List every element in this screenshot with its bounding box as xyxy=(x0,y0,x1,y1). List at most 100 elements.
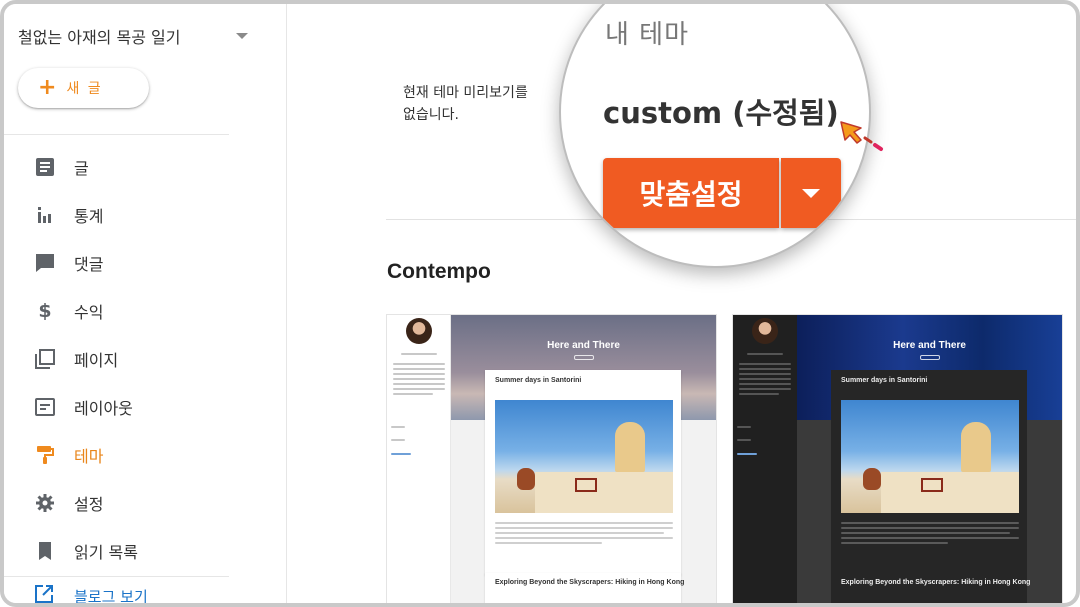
theme-preview-text-lines xyxy=(841,522,1019,547)
customize-button[interactable]: 맞춤설정 xyxy=(603,158,779,228)
placeholder-line xyxy=(393,383,445,385)
preview-message-line2: 없습니다. xyxy=(403,107,459,123)
layout-icon xyxy=(34,396,56,418)
photo-rail xyxy=(575,478,597,492)
theme-preview-sidebar xyxy=(387,315,451,603)
my-theme-label: 내 테마 xyxy=(605,20,690,50)
placeholder-line xyxy=(391,439,405,441)
avatar xyxy=(406,318,432,344)
sidebar-item-theme[interactable]: 테마 xyxy=(4,431,287,479)
plus-icon: + xyxy=(38,75,57,100)
theme-preview-text-lines xyxy=(495,522,673,547)
sidebar-divider xyxy=(4,576,229,577)
placeholder-line xyxy=(391,453,411,455)
photo-rail xyxy=(921,478,943,492)
placeholder-line xyxy=(393,373,445,375)
magnifier-callout: 내 테마 custom (수정됨) 맞춤설정 xyxy=(559,4,871,268)
sidebar-item-reading-list[interactable]: 읽기 목록 xyxy=(4,527,287,575)
theme-preview-post-title: Exploring Beyond the Skyscrapers: Hiking… xyxy=(841,579,1031,586)
theme-preview-title: Here and There xyxy=(893,340,966,351)
sidebar-item-pages[interactable]: 페이지 xyxy=(4,335,287,383)
theme-preview-post: Summer days in Santorini xyxy=(485,370,681,575)
view-blog-label: 블로그 보기 xyxy=(74,587,148,606)
photo-pot xyxy=(517,468,535,490)
placeholder-line xyxy=(737,426,751,428)
paint-roller-icon xyxy=(34,444,56,466)
sidebar-item-settings[interactable]: 설정 xyxy=(4,479,287,527)
sidebar-divider xyxy=(4,134,229,135)
placeholder-line xyxy=(739,363,791,365)
photo-tower xyxy=(615,422,645,472)
placeholder-line xyxy=(401,353,437,355)
caret-down-icon xyxy=(802,188,820,198)
customize-dropdown-button[interactable] xyxy=(781,158,841,228)
theme-preview-photo xyxy=(495,400,673,513)
placeholder-line xyxy=(739,388,791,390)
sidebar-item-label: 통계 xyxy=(74,207,104,226)
blog-title: 철없는 아재의 목공 일기 xyxy=(18,28,181,47)
photo-wall xyxy=(535,472,673,513)
theme-preview-pill xyxy=(920,355,940,360)
theme-preview-post-title: Summer days in Santorini xyxy=(841,377,928,384)
placeholder-line xyxy=(747,353,783,355)
view-blog-link[interactable]: 블로그 보기 xyxy=(34,584,148,606)
sidebar-item-label: 글 xyxy=(74,159,89,178)
placeholder-line xyxy=(739,368,791,370)
gear-icon xyxy=(34,492,56,514)
photo-pot xyxy=(863,468,881,490)
theme-preview-pill xyxy=(574,355,594,360)
placeholder-line xyxy=(739,378,791,380)
external-link-icon xyxy=(34,584,54,603)
theme-preview-title: Here and There xyxy=(547,340,620,351)
sidebar-item-stats[interactable]: 통계 xyxy=(4,191,287,239)
theme-card-contempo-light[interactable]: Here and There Summer days in Santorini … xyxy=(386,314,717,603)
new-post-button[interactable]: + 새 글 xyxy=(18,68,149,108)
sidebar-item-label: 댓글 xyxy=(74,255,104,274)
sidebar-nav: 글 통계 댓글 $ 수익 페이지 레이아웃 테마 설정 읽기 목록 xyxy=(4,143,287,575)
sidebar-item-label: 설정 xyxy=(74,495,104,514)
stats-icon xyxy=(34,204,56,226)
new-post-label: 새 글 xyxy=(66,81,103,97)
post-icon xyxy=(34,156,56,178)
placeholder-line xyxy=(393,378,445,380)
dollar-icon: $ xyxy=(38,300,52,322)
placeholder-line xyxy=(393,368,445,370)
sidebar-item-label: 페이지 xyxy=(74,351,119,370)
placeholder-line xyxy=(737,439,751,441)
sidebar-item-label: 테마 xyxy=(74,447,104,466)
placeholder-line xyxy=(739,383,791,385)
avatar xyxy=(752,318,778,344)
sidebar-item-earnings[interactable]: $ 수익 xyxy=(4,287,287,335)
theme-section-title: Contempo xyxy=(387,260,491,283)
sidebar-item-comments[interactable]: 댓글 xyxy=(4,239,287,287)
current-theme-name: custom (수정됨) xyxy=(603,96,839,130)
placeholder-line xyxy=(739,393,779,395)
photo-wall xyxy=(881,472,1019,513)
theme-preview-post: Exploring Beyond the Skyscrapers: Hiking… xyxy=(485,573,685,603)
sidebar-item-label: 레이아웃 xyxy=(74,399,133,418)
preview-message-line1: 현재 테마 미리보기를 xyxy=(403,85,528,101)
placeholder-line xyxy=(737,453,757,455)
theme-preview-post-title: Summer days in Santorini xyxy=(495,377,582,384)
sidebar: 철없는 아재의 목공 일기 + 새 글 글 통계 댓글 $ 수익 페이지 레이아… xyxy=(4,4,287,606)
pages-icon xyxy=(34,348,56,370)
blog-selector[interactable]: 철없는 아재의 목공 일기 xyxy=(18,22,268,50)
app-window: 철없는 아재의 목공 일기 + 새 글 글 통계 댓글 $ 수익 페이지 레이아… xyxy=(0,0,1080,607)
theme-preview-post: Exploring Beyond the Skyscrapers: Hiking… xyxy=(831,573,1031,603)
photo-tower xyxy=(961,422,991,472)
chevron-down-icon[interactable] xyxy=(236,33,248,39)
comment-icon xyxy=(34,252,56,274)
pointer-cursor-icon xyxy=(839,118,887,158)
sidebar-item-label: 읽기 목록 xyxy=(74,543,138,562)
bookmark-icon xyxy=(34,540,56,562)
theme-preview-post-title: Exploring Beyond the Skyscrapers: Hiking… xyxy=(495,579,685,586)
theme-preview-post: Summer days in Santorini xyxy=(831,370,1027,575)
theme-card-contempo-dark[interactable]: Here and There Summer days in Santorini … xyxy=(732,314,1063,603)
sidebar-item-posts[interactable]: 글 xyxy=(4,143,287,191)
placeholder-line xyxy=(393,393,433,395)
placeholder-line xyxy=(393,363,445,365)
sidebar-item-layout[interactable]: 레이아웃 xyxy=(4,383,287,431)
placeholder-line xyxy=(393,388,445,390)
placeholder-line xyxy=(739,373,791,375)
placeholder-line xyxy=(391,426,405,428)
